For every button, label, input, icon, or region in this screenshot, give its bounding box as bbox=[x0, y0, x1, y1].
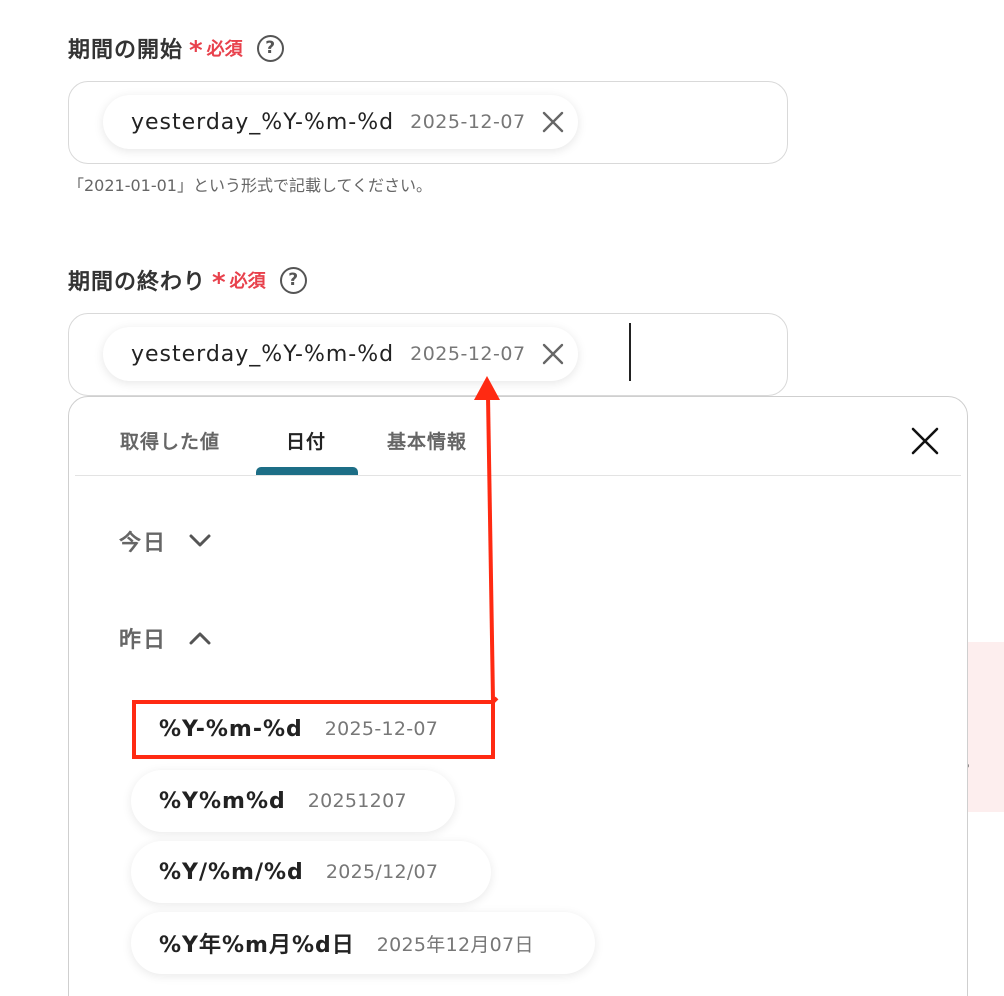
picker-tabs: 取得した値 日付 基本情報 bbox=[69, 397, 967, 477]
text-caret bbox=[629, 323, 631, 381]
option-ymd-kanji[interactable]: %Y年%m月%d日 2025年12月07日 bbox=[131, 912, 595, 974]
required-asterisk: * bbox=[212, 268, 226, 298]
help-icon[interactable]: ? bbox=[279, 266, 307, 294]
end-field-label: 期間の終わり * 必須 ? bbox=[68, 264, 307, 296]
required-badge: 必須 bbox=[229, 271, 266, 292]
background-alert-box bbox=[968, 642, 1004, 812]
chevron-up-icon bbox=[189, 631, 211, 645]
option-preview: 2025/12/07 bbox=[325, 861, 439, 883]
option-format: %Y-%m-%d bbox=[159, 716, 303, 742]
start-date-input[interactable]: yesterday_%Y-%m-%d 2025-12-07 bbox=[68, 81, 788, 164]
option-preview: 2025-12-07 bbox=[324, 718, 439, 740]
end-date-input[interactable]: yesterday_%Y-%m-%d 2025-12-07 bbox=[68, 313, 788, 396]
tabs-divider bbox=[75, 475, 961, 476]
option-ymd-slash[interactable]: %Y/%m/%d 2025/12/07 bbox=[131, 841, 491, 903]
option-format: %Y%m%d bbox=[159, 788, 286, 814]
option-format: %Y年%m月%d日 bbox=[159, 933, 355, 958]
section-yesterday[interactable]: 昨日 bbox=[119, 622, 211, 654]
help-icon[interactable]: ? bbox=[256, 34, 284, 62]
chip-preview-value: 2025-12-07 bbox=[410, 111, 526, 133]
option-ymd-compact[interactable]: %Y%m%d 20251207 bbox=[131, 770, 455, 832]
close-icon[interactable] bbox=[540, 109, 566, 135]
start-field-hint: 「2021-01-01」という形式で記載してください。 bbox=[68, 176, 433, 195]
end-date-chip[interactable]: yesterday_%Y-%m-%d 2025-12-07 bbox=[103, 327, 578, 381]
active-tab-indicator bbox=[256, 467, 358, 475]
end-field-label-text: 期間の終わり bbox=[68, 270, 207, 295]
section-yesterday-label: 昨日 bbox=[119, 628, 168, 653]
tab-acquired-values[interactable]: 取得した値 bbox=[120, 427, 220, 454]
tab-basic-info[interactable]: 基本情報 bbox=[387, 427, 467, 454]
variable-picker-panel: 取得した値 日付 基本情報 今日 昨日 %Y-%m-%d 2025-12-07 … bbox=[68, 396, 968, 996]
required-badge: 必須 bbox=[206, 39, 243, 60]
start-field-label-text: 期間の開始 bbox=[68, 38, 184, 63]
chip-variable-name: yesterday_%Y-%m-%d bbox=[131, 341, 395, 367]
start-date-chip[interactable]: yesterday_%Y-%m-%d 2025-12-07 bbox=[103, 95, 578, 149]
option-format: %Y/%m/%d bbox=[159, 859, 304, 885]
option-preview: 20251207 bbox=[307, 790, 407, 812]
section-today[interactable]: 今日 bbox=[119, 525, 211, 557]
section-today-label: 今日 bbox=[119, 531, 168, 556]
chevron-down-icon bbox=[189, 534, 211, 548]
start-field-label: 期間の開始 * 必須 ? bbox=[68, 32, 284, 64]
close-icon[interactable] bbox=[911, 427, 939, 455]
close-icon[interactable] bbox=[540, 341, 566, 367]
required-asterisk: * bbox=[189, 36, 203, 66]
option-preview: 2025年12月07日 bbox=[376, 933, 534, 956]
option-ymd-dash[interactable]: %Y-%m-%d 2025-12-07 bbox=[131, 698, 495, 760]
tab-date[interactable]: 日付 bbox=[286, 427, 326, 454]
chip-preview-value: 2025-12-07 bbox=[410, 343, 526, 365]
chip-variable-name: yesterday_%Y-%m-%d bbox=[131, 109, 395, 135]
